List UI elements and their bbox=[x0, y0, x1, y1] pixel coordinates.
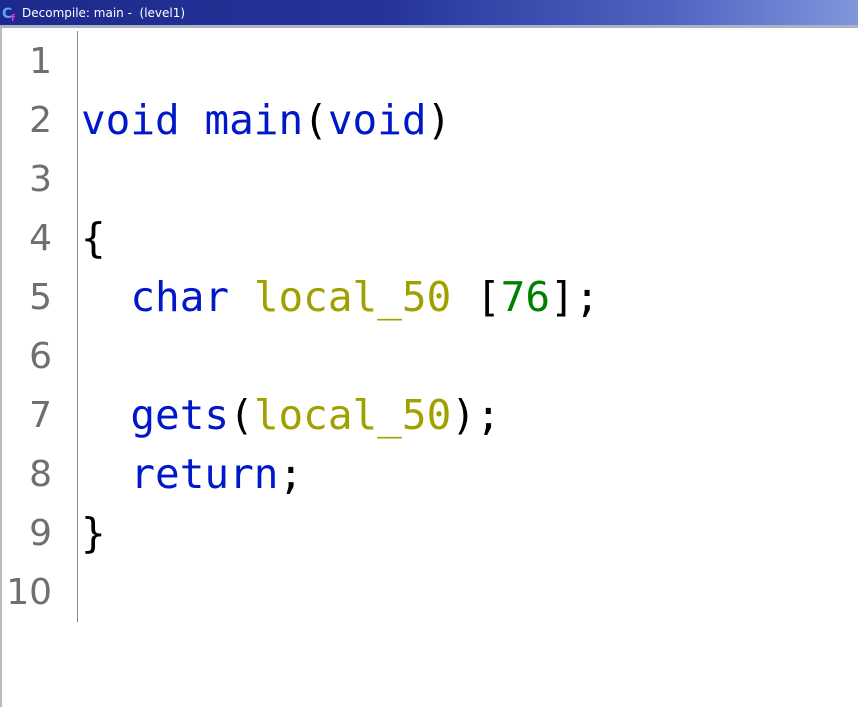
code-token-pun bbox=[81, 273, 130, 321]
code-text[interactable]: char local_50 [76]; bbox=[81, 268, 599, 327]
window-title: Decompile: main - (level1) bbox=[22, 5, 186, 20]
code-token-pun: } bbox=[81, 509, 106, 557]
code-token-num[interactable]: 76 bbox=[501, 273, 550, 321]
code-token-pun: { bbox=[81, 214, 106, 262]
line-number: 2 bbox=[29, 100, 52, 141]
code-token-pun: ]; bbox=[550, 273, 600, 321]
code-line[interactable]: 10 bbox=[2, 563, 858, 622]
code-token-pun: [ bbox=[451, 273, 501, 321]
code-token-var[interactable]: local_50 bbox=[254, 273, 451, 321]
code-text[interactable]: gets(local_50); bbox=[81, 386, 501, 445]
code-text[interactable]: { bbox=[81, 209, 106, 268]
decompiler-cf-icon: C f bbox=[2, 4, 20, 22]
line-number: 3 bbox=[29, 159, 52, 200]
code-token-fn[interactable]: main bbox=[204, 96, 303, 144]
code-line[interactable]: 4{ bbox=[2, 209, 858, 268]
code-token-pun: ); bbox=[451, 391, 501, 439]
code-token-pun bbox=[81, 450, 130, 498]
code-line[interactable]: 8 return; bbox=[2, 445, 858, 504]
code-token-fn[interactable]: gets bbox=[130, 391, 229, 439]
code-token-pun bbox=[229, 273, 254, 321]
code-token-kw[interactable]: char bbox=[130, 273, 229, 321]
line-number: 5 bbox=[29, 277, 52, 318]
code-token-pun: ( bbox=[303, 96, 328, 144]
code-token-pun: ; bbox=[278, 450, 304, 498]
line-number: 10 bbox=[6, 572, 52, 613]
line-number: 1 bbox=[29, 41, 52, 82]
code-token-kw[interactable]: return bbox=[130, 450, 278, 498]
code-token-pun: ) bbox=[426, 96, 452, 144]
code-token-pun bbox=[180, 96, 205, 144]
line-number: 4 bbox=[29, 218, 52, 259]
code-text[interactable]: } bbox=[81, 504, 106, 563]
line-number: 9 bbox=[29, 513, 52, 554]
code-token-pun: ( bbox=[229, 391, 254, 439]
line-number: 7 bbox=[29, 395, 52, 436]
code-text[interactable]: return; bbox=[81, 445, 303, 504]
code-line[interactable]: 1 bbox=[2, 32, 858, 91]
code-line[interactable]: 6 bbox=[2, 327, 858, 386]
decompiler-code-view[interactable]: 1 2 void main(void) 3 4{5 char local_50 [76]… bbox=[2, 31, 858, 707]
code-line[interactable]: 3 bbox=[2, 150, 858, 209]
code-token-var[interactable]: local_50 bbox=[254, 391, 451, 439]
code-line[interactable]: 5 char local_50 [76]; bbox=[2, 268, 858, 327]
code-token-kw[interactable]: void bbox=[328, 96, 427, 144]
line-number: 8 bbox=[29, 454, 52, 495]
window-titlebar[interactable]: C f Decompile: main - (level1) bbox=[0, 0, 858, 28]
code-line[interactable]: 2 void main(void) bbox=[2, 91, 858, 150]
line-number: 6 bbox=[29, 336, 52, 377]
svg-text:f: f bbox=[11, 14, 15, 22]
code-line[interactable]: 9} bbox=[2, 504, 858, 563]
code-token-pun bbox=[81, 391, 130, 439]
code-text[interactable]: void main(void) bbox=[81, 91, 451, 150]
code-line[interactable]: 7 gets(local_50); bbox=[2, 386, 858, 445]
code-token-kw[interactable]: void bbox=[81, 96, 180, 144]
